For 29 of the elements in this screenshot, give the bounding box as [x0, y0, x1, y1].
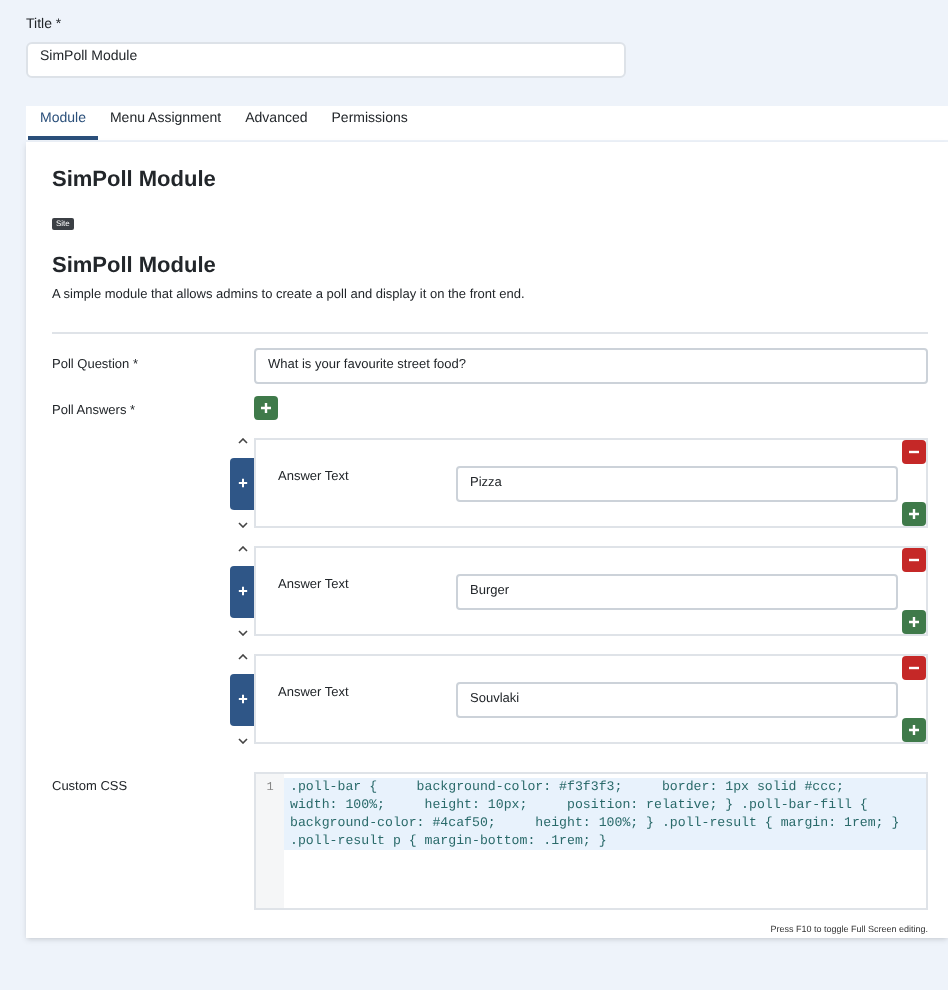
- drag-handle[interactable]: [230, 565, 254, 617]
- drag-handle[interactable]: [230, 673, 254, 725]
- module-heading: SimPoll Module: [52, 165, 218, 193]
- chevron-up-icon[interactable]: [237, 654, 247, 660]
- module-subheading: SimPoll Module: [52, 251, 218, 279]
- code-editor[interactable]: [254, 772, 928, 910]
- move-icon: [237, 478, 247, 488]
- remove-button[interactable]: [902, 656, 926, 680]
- drag-handle[interactable]: [230, 457, 254, 509]
- move-icon: [237, 586, 247, 596]
- minus-icon: [908, 558, 920, 562]
- plus-icon: [908, 616, 920, 628]
- minus-icon: [908, 450, 920, 454]
- add-button[interactable]: [902, 610, 926, 634]
- minus-icon: [908, 666, 920, 670]
- chevron-up-icon[interactable]: [237, 546, 247, 552]
- add-button[interactable]: [902, 502, 926, 526]
- plus-icon: [908, 724, 920, 736]
- remove-button[interactable]: [902, 548, 926, 572]
- chevron-down-icon[interactable]: [237, 738, 247, 744]
- plus-icon: [260, 402, 272, 415]
- chevron-up-icon[interactable]: [237, 438, 247, 444]
- add-button[interactable]: [902, 718, 926, 742]
- move-icon: [237, 694, 247, 704]
- chevron-down-icon[interactable]: [237, 630, 247, 636]
- chevron-down-icon[interactable]: [237, 522, 247, 528]
- add-button[interactable]: [254, 396, 278, 421]
- plus-icon: [908, 508, 920, 520]
- remove-button[interactable]: [902, 440, 926, 464]
